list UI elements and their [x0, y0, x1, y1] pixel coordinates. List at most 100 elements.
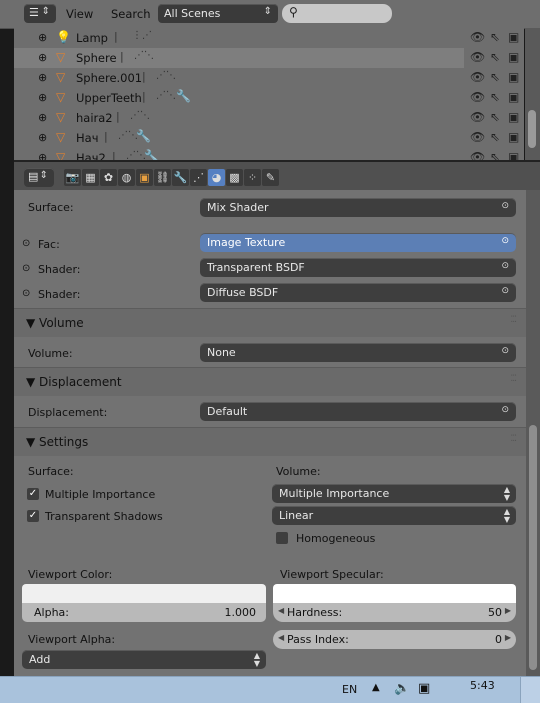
socket-icon[interactable]: ⊙	[22, 288, 30, 299]
tab-physics[interactable]: ✎	[262, 169, 279, 186]
shader1-dropdown[interactable]: Transparent BSDF ⊙	[200, 258, 516, 277]
outliner-row-label: Нач	[76, 131, 99, 145]
mesh-object-icon: ▽	[56, 70, 66, 84]
fac-input-dropdown[interactable]: Image Texture ⊙	[200, 233, 516, 252]
volume-dropdown[interactable]: None ⊙	[200, 343, 516, 362]
restriction-icons-row: 👁 ⇖ ▣	[468, 148, 524, 160]
camera-icon[interactable]: ▣	[508, 110, 519, 124]
cursor-icon[interactable]: ⇖	[490, 70, 500, 84]
cursor-icon[interactable]: ⇖	[490, 50, 500, 64]
tab-material[interactable]: ◕	[208, 169, 225, 186]
expand-icon[interactable]: ⊕	[38, 131, 47, 144]
tab-particles[interactable]: ⁘	[244, 169, 261, 186]
eye-icon[interactable]: 👁	[470, 130, 485, 144]
eye-icon[interactable]: 👁	[470, 110, 485, 124]
outliner-row-nach2[interactable]: ⊕ ▽ Нач2 | ⋰⋱ 🔧	[14, 148, 464, 160]
pass-index-field[interactable]: ◀ Pass Index: 0 ▶	[273, 630, 516, 649]
eye-icon[interactable]: 👁	[470, 50, 485, 64]
socket-icon[interactable]: ⊙	[22, 238, 30, 249]
tab-world[interactable]: ◍	[118, 169, 135, 186]
increment-arrow-icon[interactable]: ▶	[505, 606, 511, 615]
camera-icon[interactable]: ▣	[508, 150, 519, 160]
network-icon[interactable]: ▣	[418, 681, 430, 696]
camera-icon[interactable]: ▣	[508, 30, 519, 44]
properties-scrollbar-thumb[interactable]	[529, 425, 537, 670]
outliner-row-haira2[interactable]: ⊕ ▽ haira2 | ⋰⋱	[14, 108, 464, 128]
eye-icon[interactable]: 👁	[470, 90, 485, 104]
outliner-row-upperteeth[interactable]: ⊕ ▽ UpperTeeth | ⋰⋱ 🔧	[14, 88, 464, 108]
show-desktop-button[interactable]	[520, 677, 540, 703]
displacement-dropdown[interactable]: Default ⊙	[200, 402, 516, 421]
tab-constraints[interactable]: ⛓	[154, 169, 171, 186]
camera-icon[interactable]: ▣	[508, 70, 519, 84]
tab-scene[interactable]: ✿	[100, 169, 117, 186]
tab-data[interactable]: ⋰	[190, 169, 207, 186]
tab-render[interactable]: 📷	[64, 169, 81, 186]
eye-icon[interactable]: 👁	[470, 30, 485, 44]
increment-arrow-icon[interactable]: ▶	[505, 633, 511, 642]
volume-interpolation-dropdown[interactable]: Linear ▲ ▼	[272, 506, 516, 525]
expand-icon[interactable]: ⊕	[38, 151, 47, 160]
alpha-field[interactable]: Alpha: 1.000	[22, 603, 266, 622]
homogeneous-checkbox[interactable]	[276, 532, 288, 544]
multiple-importance-checkbox[interactable]: ✓	[27, 488, 39, 500]
cursor-icon[interactable]: ⇖	[490, 110, 500, 124]
camera-icon[interactable]: ▣	[508, 130, 519, 144]
viewport-color-label: Viewport Color:	[28, 568, 113, 581]
displacement-panel-header[interactable]: ▼ Displacement ⁚⁚⁚	[14, 367, 526, 396]
volume-sampling-dropdown[interactable]: Multiple Importance ▲ ▼	[272, 484, 516, 503]
editor-type-button[interactable]: ☰ ⇕	[24, 4, 56, 23]
shader2-dropdown[interactable]: Diffuse BSDF ⊙	[200, 283, 516, 302]
socket-icon[interactable]: ⊙	[22, 263, 30, 274]
viewport-specular-swatch[interactable]	[273, 584, 516, 603]
camera-icon[interactable]: ▣	[508, 50, 519, 64]
outliner-row-sphere001[interactable]: ⊕ ▽ Sphere.001 | ⋰⋱	[14, 68, 464, 88]
drag-grip-icon[interactable]: ⁚⁚⁚	[510, 315, 517, 325]
mesh-data-icon: ⋰⋱	[130, 110, 150, 121]
outliner-row-lamp[interactable]: ⊕ 💡 Lamp | ⋮⋰	[14, 28, 464, 48]
hardness-field[interactable]: ◀ Hardness: 50 ▶	[273, 603, 516, 622]
tab-modifiers[interactable]: 🔧	[172, 169, 189, 186]
editor-type-button[interactable]: ▤ ⇕	[24, 168, 54, 187]
expand-icon[interactable]: ⊕	[38, 71, 47, 84]
outliner-scrollbar-thumb[interactable]	[528, 110, 536, 148]
transparent-shadows-checkbox[interactable]: ✓	[27, 510, 39, 522]
clock-time[interactable]: 5:43	[470, 679, 495, 692]
expand-icon[interactable]: ⊕	[38, 51, 47, 64]
tab-object[interactable]: ▣	[136, 169, 153, 186]
search-menu[interactable]: Search	[111, 7, 151, 21]
viewport-alpha-dropdown[interactable]: Add ▲ ▼	[22, 650, 266, 669]
viewport-color-swatch[interactable]	[22, 584, 266, 603]
expand-icon[interactable]: ⊕	[38, 31, 47, 44]
settings-volume-heading: Volume:	[276, 465, 321, 478]
decrement-arrow-icon[interactable]: ◀	[278, 606, 284, 615]
eye-icon[interactable]: 👁	[470, 70, 485, 84]
tab-texture[interactable]: ▩	[226, 169, 243, 186]
settings-panel-header[interactable]: ▼ Settings ⁚⁚⁚	[14, 427, 526, 456]
scene-filter-dropdown[interactable]: All Scenes ⇕	[158, 4, 278, 23]
cursor-icon[interactable]: ⇖	[490, 150, 500, 160]
outliner-row-nach[interactable]: ⊕ ▽ Нач | ⋰⋱ 🔧	[14, 128, 464, 148]
outliner-row-sphere[interactable]: ⊕ ▽ Sphere | ⋰⋱	[14, 48, 464, 68]
decrement-arrow-icon[interactable]: ◀	[278, 633, 284, 642]
camera-icon[interactable]: ▣	[508, 90, 519, 104]
cursor-icon[interactable]: ⇖	[490, 90, 500, 104]
expand-icon[interactable]: ⊕	[38, 91, 47, 104]
drag-grip-icon[interactable]: ⁚⁚⁚	[510, 434, 517, 444]
socket-icon: ⊙	[501, 405, 509, 415]
restriction-icons-row: 👁 ⇖ ▣	[468, 88, 524, 108]
eye-icon[interactable]: 👁	[470, 150, 485, 160]
cursor-icon[interactable]: ⇖	[490, 30, 500, 44]
show-hidden-icons-icon[interactable]: ▲	[372, 682, 380, 693]
expand-icon[interactable]: ⊕	[38, 111, 47, 124]
view-menu[interactable]: View	[66, 7, 93, 21]
surface-shader-dropdown[interactable]: Mix Shader ⊙	[200, 198, 516, 217]
cursor-icon[interactable]: ⇖	[490, 130, 500, 144]
drag-grip-icon[interactable]: ⁚⁚⁚	[510, 374, 517, 384]
language-indicator[interactable]: EN	[342, 683, 357, 696]
tab-render-layers[interactable]: ▦	[82, 169, 99, 186]
search-input[interactable]: ⚲	[282, 4, 392, 23]
volume-panel-header[interactable]: ▼ Volume ⁚⁚⁚	[14, 308, 526, 337]
speaker-icon[interactable]: 🔈	[394, 681, 410, 696]
displacement-panel-title: Displacement	[39, 375, 122, 389]
